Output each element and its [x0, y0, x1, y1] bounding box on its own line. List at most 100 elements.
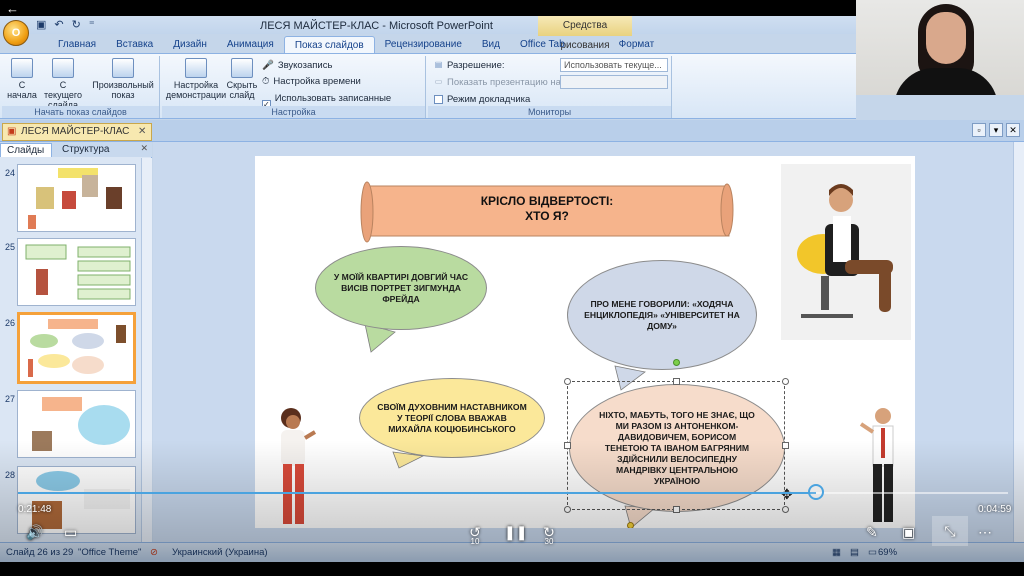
slide-thumbnail[interactable] [17, 390, 136, 458]
resolution-select[interactable]: Использовать текуще... [560, 58, 668, 72]
resize-handle[interactable] [564, 378, 571, 385]
presenter-face [926, 12, 966, 64]
save-icon[interactable]: ▣ [36, 18, 46, 31]
document-tab-strip: ▣ ЛЕСЯ МАЙСТЕР-КЛАС ✕ ▫ ▾ ✕ [0, 120, 1024, 142]
resize-handle[interactable] [782, 378, 789, 385]
video-progress-knob[interactable] [807, 484, 824, 500]
rewind-seconds: 10 [470, 537, 480, 546]
pane-tabs: Слайды Структура ✕ [0, 142, 152, 157]
reading-view-icon[interactable]: ▭ [868, 547, 877, 558]
presenter-view-checkbox[interactable]: Режим докладчика [434, 94, 530, 105]
from-beginning-button[interactable]: С начала [6, 58, 38, 100]
thumbnail-preview [28, 319, 126, 377]
picture-in-picture-icon[interactable]: ▣ [902, 524, 915, 541]
tab-outline[interactable]: Структура [56, 143, 115, 157]
tab-slides[interactable]: Слайды [0, 143, 52, 157]
slide-canvas: КРІСЛО ВІДВЕРТОСТІ: ХТО Я? У МОЇЙ КВАРТИ… [255, 156, 915, 528]
forward-button[interactable]: ↻ 30 [540, 524, 558, 546]
tab-menu-icon[interactable]: ▾ [989, 123, 1003, 137]
group-label-start-show: Начать показ слайдов [2, 106, 159, 118]
document-tab[interactable]: ▣ ЛЕСЯ МАЙСТЕР-КЛАС ✕ [2, 123, 153, 141]
show-on-select[interactable] [560, 75, 668, 89]
group-label-setup: Настройка [162, 106, 425, 118]
resize-handle[interactable] [673, 378, 680, 385]
language-indicator[interactable]: Украинский (Украина) [172, 547, 268, 558]
slide-thumbnail[interactable] [17, 238, 136, 306]
tab-insert[interactable]: Вставка [106, 36, 163, 54]
rewind-button[interactable]: ↺ 10 [466, 524, 484, 546]
slideshow-current-icon [52, 58, 74, 78]
close-tab-icon[interactable]: ✕ [138, 124, 146, 140]
volume-icon[interactable]: 🔊 [26, 524, 43, 541]
slide-sorter-icon[interactable]: ▤ [850, 547, 859, 558]
video-progress-bar[interactable] [18, 484, 1008, 500]
speech-bubble[interactable]: СВОЇМ ДУХОВНИМ НАСТАВНИКОМ У ТЕОРІЇ СЛОВ… [359, 378, 545, 458]
back-arrow-icon[interactable]: ← [6, 1, 19, 16]
new-document-icon[interactable]: ▫ [972, 123, 986, 137]
tab-office-tab[interactable]: Office Tab [510, 36, 575, 54]
exit-fullscreen-icon[interactable]: ⤡ [932, 516, 968, 546]
pen-icon[interactable]: ✎ [866, 524, 878, 541]
resolution-row: ▤ Разрешение: [434, 60, 505, 71]
man-standing-illustration [859, 408, 894, 522]
spellcheck-icon[interactable]: ⊘ [150, 547, 158, 558]
group-setup: Настройка демонстрации Скрыть слайд 🎤 Зв… [162, 56, 426, 118]
resize-handle[interactable] [564, 506, 571, 513]
captions-icon[interactable]: ▭ [64, 524, 77, 541]
office-logo-icon: O [11, 27, 21, 39]
undo-icon[interactable]: ↶ [54, 18, 63, 31]
adjustment-handle[interactable] [627, 522, 634, 528]
resolution-icon: ▤ [434, 60, 443, 69]
close-document-icon[interactable]: ✕ [1006, 123, 1020, 137]
document-tab-label: ЛЕСЯ МАЙСТЕР-КЛАС [21, 126, 130, 137]
normal-view-icon[interactable]: ▦ [832, 547, 841, 558]
pause-icon[interactable]: ❚❚ [504, 524, 527, 541]
tab-animation[interactable]: Анимация [217, 36, 284, 54]
thumbnail-number: 28 [5, 470, 16, 480]
video-elapsed-time: 0:21:48 [18, 504, 52, 515]
speech-bubble[interactable]: ПРО МЕНЕ ГОВОРИЛИ: «ХОДЯЧА ЕНЦИКЛОПЕДІЯ»… [567, 260, 757, 370]
slide-counter: Слайд 26 из 29 [6, 547, 74, 558]
setup-show-button[interactable]: Настройка демонстрации [164, 58, 228, 100]
slide-editor: КРІСЛО ВІДВЕРТОСТІ: ХТО Я? У МОЇЙ КВАРТИ… [153, 142, 1013, 542]
theme-name: "Office Theme" [78, 547, 142, 558]
video-progress-fill [18, 492, 816, 494]
slide-thumbnail[interactable] [17, 164, 136, 232]
office-button[interactable]: O [3, 20, 29, 46]
resize-handle[interactable] [782, 506, 789, 513]
customize-qat-icon[interactable]: ⁼ [89, 18, 95, 31]
tab-review[interactable]: Рецензирование [375, 36, 472, 54]
rotation-handle[interactable] [673, 359, 680, 366]
custom-show-button[interactable]: Произвольный показ [90, 58, 156, 100]
tab-slide-show[interactable]: Показ слайдов [283, 36, 375, 54]
microphone-icon: 🎤 [262, 60, 274, 71]
slide-thumbnail-selected[interactable] [17, 312, 136, 384]
record-narration-button[interactable]: 🎤 Звукозапись [262, 60, 332, 71]
window-title: ЛЕСЯ МАЙСТЕР-КЛАС - Microsoft PowerPoint [260, 20, 493, 32]
slides-pane-scrollbar[interactable] [141, 158, 152, 542]
close-pane-icon[interactable]: ✕ [140, 143, 148, 154]
resize-handle[interactable] [673, 506, 680, 513]
hide-slide-button[interactable]: Скрыть слайд [226, 58, 258, 100]
rehearse-timings-button[interactable]: ⏱ Настройка времени [262, 76, 361, 87]
tab-view[interactable]: Вид [472, 36, 510, 54]
presenter-view-label: Режим докладчика [447, 94, 531, 105]
video-bottom-bar [0, 562, 1024, 576]
resize-handle[interactable] [782, 442, 789, 449]
speech-bubble[interactable]: У МОЇЙ КВАРТИРІ ДОВГИЙ ЧАС ВИСІВ ПОРТРЕТ… [315, 246, 487, 330]
more-options-icon[interactable]: ⋯ [978, 524, 992, 541]
selection-frame [567, 381, 785, 510]
tab-format[interactable]: Формат [609, 36, 665, 54]
zoom-level[interactable]: 69% [878, 547, 897, 558]
ribbon-tabs: Главная Вставка Дизайн Анимация Показ сл… [48, 36, 664, 54]
tab-design[interactable]: Дизайн [163, 36, 217, 54]
from-current-button[interactable]: С текущего слайда [40, 58, 86, 110]
pptx-file-icon: ▣ [7, 126, 17, 137]
show-on-row: ▭ Показать презентацию на: [434, 77, 564, 88]
resize-handle[interactable] [564, 442, 571, 449]
from-beginning-label: С начала [7, 80, 37, 100]
redo-icon[interactable]: ↻ [72, 18, 81, 31]
slide-vertical-scrollbar[interactable] [1013, 142, 1024, 542]
tab-home[interactable]: Главная [48, 36, 106, 54]
webcam-video [856, 0, 1024, 95]
